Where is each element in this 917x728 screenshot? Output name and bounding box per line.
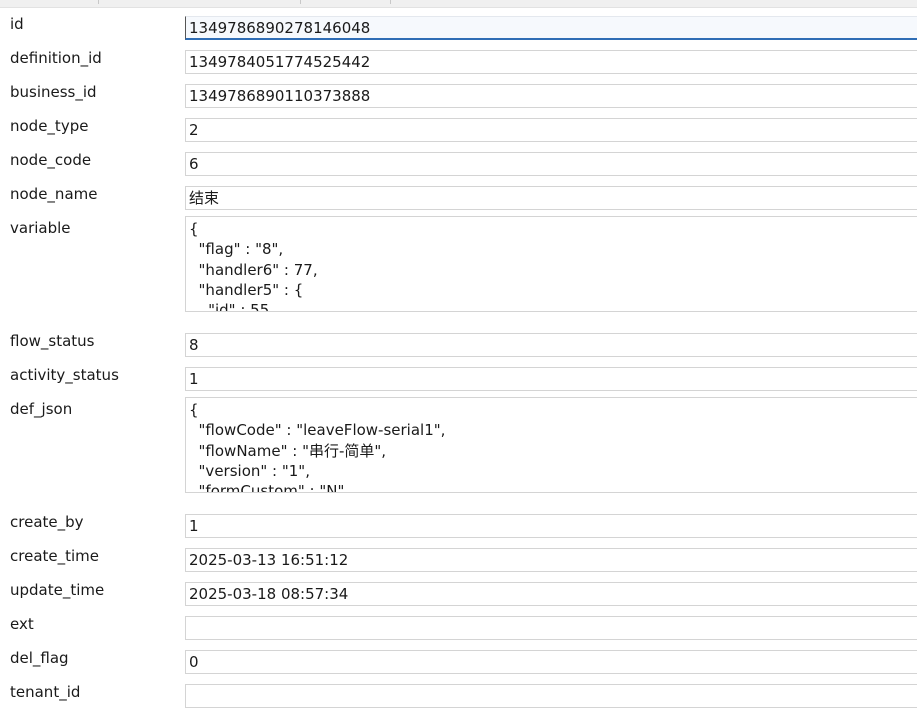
json-line: "formCustom" : "N",	[189, 482, 350, 493]
json-line: "version" : "1",	[189, 461, 310, 480]
field-label: business_id	[10, 83, 97, 101]
json-line: "flowCode" : "leaveFlow-serial1",	[189, 421, 446, 440]
ext-field[interactable]	[185, 616, 917, 640]
field-row-create-by: create_by 1	[0, 505, 917, 539]
json-line: {	[189, 220, 199, 238]
field-label: ext	[10, 615, 34, 633]
field-row-update-time: update_time 2025-03-18 08:57:34	[0, 573, 917, 607]
json-line: "handler6" : 77,	[189, 260, 318, 279]
json-line: "handler5" : {	[189, 280, 304, 299]
field-row-business-id: business_id 1349786890110373888	[0, 75, 917, 109]
field-row-definition-id: definition_id 1349784051774525442	[0, 41, 917, 75]
field-label: def_json	[10, 400, 73, 418]
tenant-id-field[interactable]	[185, 684, 917, 708]
record-form: id 1349786890278146048 definition_id 134…	[0, 7, 917, 709]
field-label: node_name	[10, 185, 98, 203]
field-label: definition_id	[10, 49, 102, 67]
field-row-id: id 1349786890278146048	[0, 7, 917, 41]
del-flag-field[interactable]: 0	[185, 650, 917, 674]
json-line: "flag" : "8",	[189, 240, 284, 259]
field-label: activity_status	[10, 366, 119, 384]
definition-id-field[interactable]: 1349784051774525442	[185, 50, 917, 74]
field-label: create_time	[10, 547, 100, 565]
field-label: tenant_id	[10, 683, 81, 701]
update-time-field[interactable]: 2025-03-18 08:57:34	[185, 582, 917, 606]
id-field[interactable]: 1349786890278146048	[185, 16, 917, 40]
field-label: node_type	[10, 117, 89, 135]
node-code-field[interactable]: 6	[185, 152, 917, 176]
json-line: "flowName" : "串行-简单",	[189, 441, 387, 460]
field-label: flow_status	[10, 332, 95, 350]
business-id-field[interactable]: 1349786890110373888	[185, 84, 917, 108]
tab-divider	[300, 0, 301, 4]
field-row-activity-status: activity_status 1	[0, 358, 917, 392]
variable-textarea[interactable]: { "flag" : "8", "handler6" : 77, "handle…	[185, 216, 917, 312]
field-row-del-flag: del_flag 0	[0, 641, 917, 675]
activity-status-field[interactable]: 1	[185, 367, 917, 391]
flow-status-field[interactable]: 8	[185, 333, 917, 357]
field-label: update_time	[10, 581, 105, 599]
tab-divider	[390, 0, 391, 4]
field-row-variable: variable { "flag" : "8", "handler6" : 77…	[0, 211, 917, 324]
field-row-node-code: node_code 6	[0, 143, 917, 177]
field-label: node_code	[10, 151, 92, 169]
field-row-node-type: node_type 2	[0, 109, 917, 143]
create-time-field[interactable]: 2025-03-13 16:51:12	[185, 548, 917, 572]
field-row-def-json: def_json { "flowCode" : "leaveFlow-seria…	[0, 392, 917, 505]
field-row-node-name: node_name 结束	[0, 177, 917, 211]
field-row-tenant-id: tenant_id	[0, 675, 917, 709]
create-by-field[interactable]: 1	[185, 514, 917, 538]
field-row-ext: ext	[0, 607, 917, 641]
field-row-create-time: create_time 2025-03-13 16:51:12	[0, 539, 917, 573]
field-label: create_by	[10, 513, 84, 531]
node-name-field[interactable]: 结束	[185, 186, 917, 210]
node-type-field[interactable]: 2	[185, 118, 917, 142]
field-label: variable	[10, 219, 71, 237]
json-line: "id" : 55	[189, 301, 270, 312]
field-label: del_flag	[10, 649, 69, 667]
field-label: id	[10, 15, 24, 33]
tab-divider	[98, 0, 99, 4]
field-row-flow-status: flow_status 8	[0, 324, 917, 358]
def-json-textarea[interactable]: { "flowCode" : "leaveFlow-serial1", "flo…	[185, 397, 917, 493]
json-line: {	[189, 401, 199, 419]
